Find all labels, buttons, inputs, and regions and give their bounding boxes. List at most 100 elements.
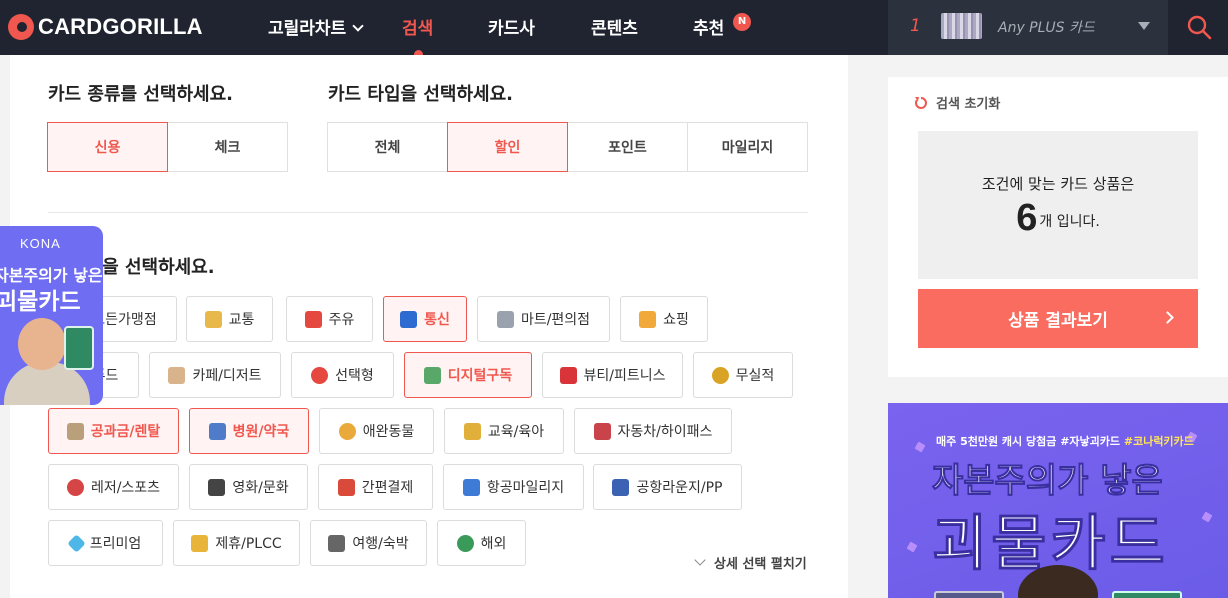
chevron-down-icon	[352, 20, 364, 32]
view-results-button[interactable]: 상품 결과보기	[918, 289, 1198, 348]
bus-icon	[204, 310, 222, 328]
benefit-chip-no-performance[interactable]: 무실적	[693, 352, 793, 398]
ad-brand: KONA	[20, 236, 61, 251]
benefit-chip-leisure[interactable]: 레저/스포츠	[48, 464, 179, 510]
kind-option-check[interactable]: 체크	[167, 122, 288, 172]
luggage-icon	[328, 534, 346, 552]
nav-card-company[interactable]: 카드사	[488, 14, 535, 39]
expand-label: 상세 선택 펼치기	[714, 557, 807, 572]
chip-label: 마트/편의점	[520, 312, 591, 328]
target-icon	[311, 366, 329, 384]
benefit-chip-fuel[interactable]: 주유	[286, 296, 373, 342]
plane-icon	[462, 478, 480, 496]
result-panel: 검색 초기화 조건에 맞는 카드 상품은 6개 입니다. 상품 결과보기	[888, 77, 1228, 377]
type-option-discount[interactable]: 할인	[447, 122, 568, 172]
benefit-chip-utilities[interactable]: 공과금/렌탈	[48, 408, 179, 454]
banner-top-text: 매주 5천만원 캐시 당첨금 #자낳괴카드 #코나럭키카드	[936, 433, 1194, 449]
floating-ad-banner[interactable]: KONA 자본주의가 낳은 괴물카드	[0, 226, 103, 405]
nav-search[interactable]: 검색	[402, 14, 433, 39]
type-option-all[interactable]: 전체	[327, 122, 448, 172]
chip-label: 제휴/PLCC	[215, 536, 282, 552]
benefit-chip-travel[interactable]: 여행/숙박	[310, 520, 427, 566]
receipt-icon	[66, 422, 84, 440]
expand-detail-button[interactable]: 상세 선택 펼치기	[694, 553, 807, 572]
nav-gorilla-chart-label: 고릴라차트	[268, 19, 347, 39]
phone-icon	[400, 310, 418, 328]
ball-icon	[66, 478, 84, 496]
benefit-chip-cafe[interactable]: 카페/디저트	[149, 352, 281, 398]
car-icon	[593, 422, 611, 440]
clapper-icon	[208, 478, 226, 496]
benefit-chip-overseas[interactable]: 해외	[437, 520, 526, 566]
result-count-line: 6개 입니다.	[918, 197, 1198, 240]
benefit-chip-pets[interactable]: 애완동물	[319, 408, 434, 454]
chip-label: 쇼핑	[663, 312, 689, 328]
benefit-chip-hospital[interactable]: 병원/약국	[189, 408, 309, 454]
logo[interactable]: CARDGORILLA	[8, 12, 203, 42]
fuel-icon	[304, 310, 322, 328]
benefit-chip-selective[interactable]: 선택형	[291, 352, 394, 398]
benefit-chip-digital-subscription[interactable]: 디지털구독	[404, 352, 532, 398]
type-option-point[interactable]: 포인트	[567, 122, 688, 172]
result-count-suffix: 개 입니다.	[1039, 214, 1100, 230]
chip-label: 프리미엄	[89, 536, 142, 552]
nav-contents[interactable]: 콘텐츠	[591, 14, 638, 39]
benefit-chip-plcc[interactable]: 제휴/PLCC	[173, 520, 300, 566]
search-icon[interactable]	[1186, 14, 1212, 40]
globe-icon	[456, 534, 474, 552]
lounge-icon	[612, 478, 630, 496]
chip-label: 카페/디저트	[192, 368, 262, 384]
refresh-icon	[915, 96, 927, 109]
benefit-chip-telecom[interactable]: 통신	[383, 296, 467, 342]
benefit-chip-easy-pay[interactable]: 간편결제	[318, 464, 433, 510]
caret-down-icon[interactable]	[1138, 22, 1150, 30]
card-kind-title: 카드 종류를 선택하세요.	[48, 84, 233, 105]
banner-tag-2: #코나럭키카드	[1123, 435, 1194, 448]
nav-gorilla-chart[interactable]: 고릴라차트	[268, 14, 364, 39]
chip-label: 주유	[328, 312, 355, 328]
cat-icon	[338, 422, 356, 440]
chip-label: 병원/약국	[232, 424, 290, 440]
sparkle-decoration	[914, 441, 926, 453]
benefit-chip-movie[interactable]: 영화/문화	[189, 464, 308, 510]
banner-top-main: 매주 5천만원 캐시 당첨금	[936, 435, 1057, 448]
chevron-down-icon	[694, 553, 706, 566]
benefit-chip-transport[interactable]: 교통	[186, 296, 273, 342]
banner-card-image-1	[934, 591, 1004, 598]
chip-label: 공항라운지/PP	[636, 480, 723, 496]
lipstick-icon	[559, 366, 577, 384]
chip-label: 레저/스포츠	[90, 480, 161, 496]
benefit-chip-car[interactable]: 자동차/하이패스	[574, 408, 732, 454]
benefit-chip-beauty[interactable]: 뷰티/피트니스	[542, 352, 683, 398]
reset-search-button[interactable]: 검색 초기화	[914, 93, 1000, 112]
diamond-icon	[67, 533, 86, 553]
chip-label: 통신	[424, 312, 450, 328]
benefit-chip-education[interactable]: 교육/육아	[444, 408, 564, 454]
logo-text: CARDGORILLA	[38, 14, 203, 39]
benefit-chip-air-mileage[interactable]: 항공마일리지	[443, 464, 584, 510]
gift-icon	[639, 310, 657, 328]
banner-tag-1: #자낳괴카드	[1060, 435, 1121, 448]
benefit-chip-premium[interactable]: 프리미엄	[48, 520, 163, 566]
ad-headline-2: 괴물카드	[0, 289, 81, 315]
chip-label: 교통	[228, 312, 255, 328]
result-count-number: 6	[1016, 197, 1038, 239]
medal-icon	[711, 366, 729, 384]
nav-recommend[interactable]: 추천	[693, 14, 724, 39]
type-option-mileage[interactable]: 마일리지	[687, 122, 808, 172]
kind-option-credit[interactable]: 신용	[47, 122, 168, 172]
chip-label: 디지털구독	[447, 368, 513, 384]
benefit-chip-shopping[interactable]: 쇼핑	[620, 296, 708, 342]
promo-banner[interactable]: 매주 5천만원 캐시 당첨금 #자낳괴카드 #코나럭키카드 자본주의가 낳은 괴…	[888, 403, 1228, 598]
chip-label: 자동차/하이패스	[617, 424, 713, 440]
result-count-box: 조건에 맞는 카드 상품은 6개 입니다.	[918, 131, 1198, 279]
ranking-ticker[interactable]: 1 Any PLUS 카드	[888, 0, 1168, 55]
reset-label: 검색 초기화	[936, 97, 1001, 112]
hospital-icon	[208, 422, 226, 440]
chevron-right-icon	[1161, 311, 1174, 324]
wallet-icon	[337, 478, 355, 496]
chip-label: 공과금/렌탈	[90, 424, 161, 440]
benefit-chip-mart[interactable]: 마트/편의점	[477, 296, 610, 342]
sparkle-decoration	[906, 541, 918, 553]
benefit-chip-lounge[interactable]: 공항라운지/PP	[593, 464, 742, 510]
